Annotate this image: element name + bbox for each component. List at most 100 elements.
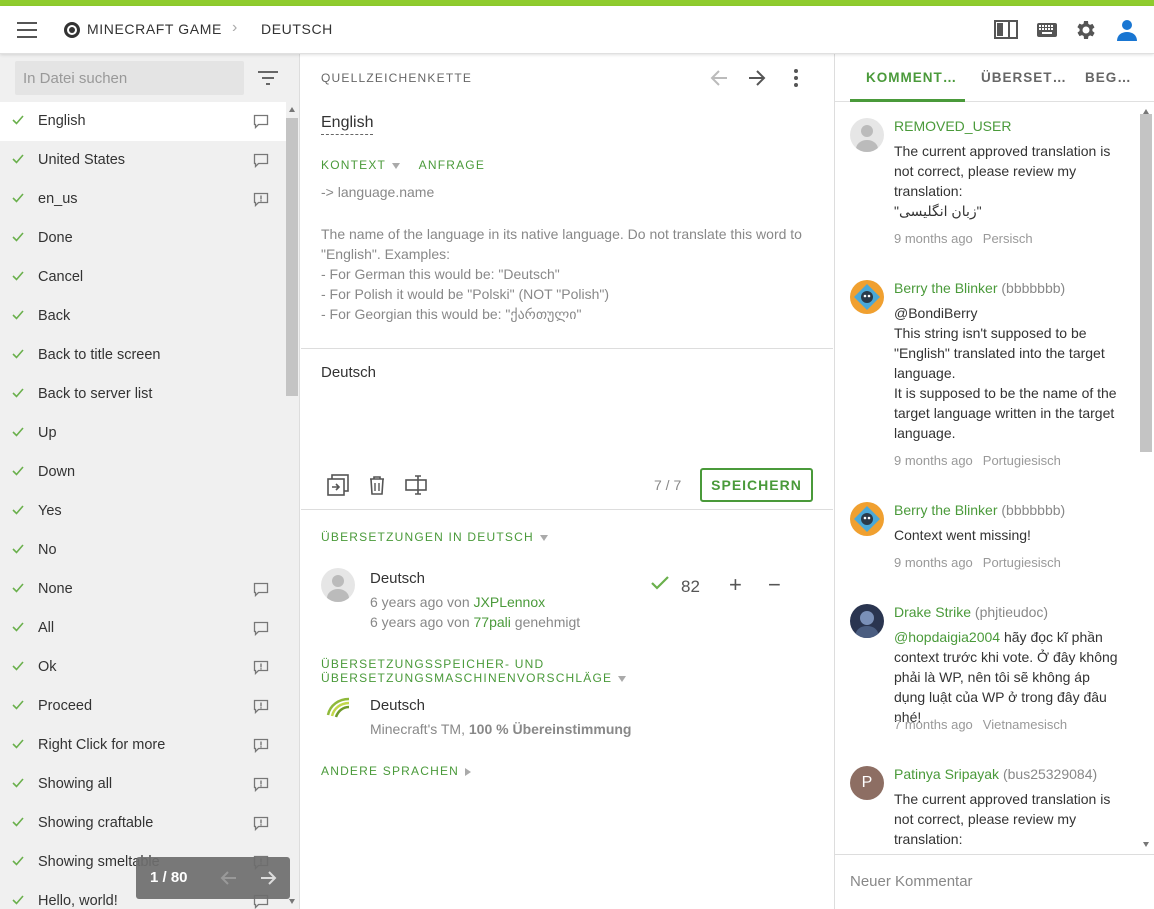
- string-list-item[interactable]: Done: [0, 219, 286, 258]
- panel-tabs: KOMMENT… ÜBERSET… BEG…: [835, 54, 1154, 102]
- string-list-item[interactable]: Showing craftable: [0, 804, 286, 843]
- string-description: The name of the language in its native l…: [321, 226, 802, 322]
- issue-comment-icon: [253, 699, 269, 714]
- avatar: P: [850, 766, 884, 800]
- string-label: Hello, world!: [38, 893, 118, 909]
- issue-comment-icon: [253, 660, 269, 675]
- more-options-icon[interactable]: [791, 68, 801, 88]
- string-label: All: [38, 620, 55, 636]
- string-list-item[interactable]: Cancel: [0, 258, 286, 297]
- divider: [301, 509, 833, 510]
- translation-textarea[interactable]: Deutsch: [321, 364, 376, 381]
- delete-trash-icon[interactable]: [366, 474, 388, 496]
- comment-author[interactable]: Patinya Sripayak (bus25329084): [894, 766, 1097, 782]
- issue-comment-icon: [253, 777, 269, 792]
- string-list-item[interactable]: Back: [0, 297, 286, 336]
- avatar: [850, 118, 884, 152]
- pager-next-arrow-icon[interactable]: [259, 869, 277, 887]
- next-string-arrow-icon[interactable]: [747, 68, 767, 88]
- suggestion-author-meta: 6 years ago von JXPLennox: [370, 594, 546, 610]
- caret-down-icon: [539, 534, 548, 541]
- check-icon: [12, 856, 24, 866]
- string-list-item[interactable]: Down: [0, 453, 286, 492]
- comments-panel: KOMMENT… ÜBERSET… BEG… REMOVED_USER The …: [834, 54, 1154, 909]
- mention-link[interactable]: @hopdaigia2004: [894, 629, 1000, 645]
- string-label: Up: [38, 425, 57, 441]
- file-search-input[interactable]: In Datei suchen: [15, 61, 244, 95]
- tab-comments[interactable]: KOMMENT…: [866, 70, 957, 85]
- caret-right-icon: [465, 767, 472, 776]
- sidebar-scroll-thumb[interactable]: [286, 118, 298, 396]
- downvote-minus-icon[interactable]: −: [768, 574, 781, 596]
- string-list-item[interactable]: No: [0, 531, 286, 570]
- string-list-item[interactable]: Back to server list: [0, 375, 286, 414]
- text-cursor-icon[interactable]: [405, 474, 427, 496]
- string-label: Right Click for more: [38, 737, 166, 753]
- string-list-item[interactable]: Yes: [0, 492, 286, 531]
- check-icon: [12, 388, 24, 398]
- copy-source-icon[interactable]: [327, 474, 349, 496]
- string-list-item[interactable]: Back to title screen: [0, 336, 286, 375]
- upvote-plus-icon[interactable]: +: [729, 574, 742, 596]
- comment-body: @BondiBerry This string isn't supposed t…: [894, 305, 1117, 441]
- check-icon: [12, 154, 24, 164]
- comment-author[interactable]: REMOVED_USER: [894, 118, 1011, 134]
- settings-gear-icon[interactable]: [1074, 18, 1098, 42]
- tab-request[interactable]: ANFRAGE: [419, 158, 485, 172]
- comment-body: The current approved translation is not …: [894, 791, 1111, 847]
- string-list-item[interactable]: en_us: [0, 180, 286, 219]
- pager-prev-arrow-icon[interactable]: [220, 869, 238, 887]
- string-label: English: [38, 113, 86, 129]
- string-label: Yes: [38, 503, 62, 519]
- string-list-item[interactable]: Ok: [0, 648, 286, 687]
- string-list-item[interactable]: English: [0, 102, 286, 141]
- string-list-item[interactable]: United States: [0, 141, 286, 180]
- comment-icon: [253, 582, 269, 597]
- layout-toggle-icon[interactable]: [994, 18, 1018, 42]
- string-key: -> language.name: [321, 184, 435, 200]
- keyboard-icon[interactable]: [1035, 18, 1059, 42]
- check-icon: [12, 193, 24, 203]
- comment-author[interactable]: Berry the Blinker (bbbbbbb): [894, 280, 1065, 296]
- tm-suggestion-text: Deutsch: [370, 697, 426, 714]
- character-count: 7 / 7: [654, 477, 682, 493]
- string-pager: 1 / 80: [136, 857, 290, 899]
- comments-scroll-thumb[interactable]: [1140, 114, 1152, 452]
- tm-section-title[interactable]: ÜBERSETZUNGSSPEICHER- UND ÜBERSETZUNGSMA…: [321, 657, 833, 685]
- string-label: Back: [38, 308, 71, 324]
- tab-context[interactable]: KONTEXT: [321, 158, 401, 172]
- issue-comment-icon: [253, 738, 269, 753]
- string-list-item[interactable]: Showing all: [0, 765, 286, 804]
- translations-section-title[interactable]: ÜBERSETZUNGEN IN DEUTSCH: [321, 530, 548, 544]
- active-tab-indicator: [850, 99, 965, 102]
- string-label: Back to title screen: [38, 347, 161, 363]
- context-tabs: KONTEXT ANFRAGE: [321, 158, 499, 172]
- approved-check-icon[interactable]: [651, 576, 669, 590]
- save-button[interactable]: SPEICHERN: [700, 468, 813, 502]
- breadcrumb-project[interactable]: MINECRAFT GAME: [87, 21, 222, 37]
- string-list-item[interactable]: Right Click for more: [0, 726, 286, 765]
- translation-editor: QUELLZEICHENKETTE English KONTEXT ANFRAG…: [301, 54, 833, 909]
- string-list: English United States en_us Done Cancel Back B…: [0, 102, 286, 909]
- string-label: Proceed: [38, 698, 93, 714]
- tab-glossary[interactable]: BEG…: [1085, 70, 1132, 85]
- check-icon: [12, 622, 24, 632]
- menu-icon[interactable]: [17, 22, 37, 38]
- comment-author[interactable]: Drake Strike (phjtieudoc): [894, 604, 1048, 620]
- string-list-item[interactable]: Proceed: [0, 687, 286, 726]
- user-account-icon[interactable]: [1115, 18, 1139, 42]
- author-link[interactable]: JXPLennox: [474, 594, 546, 610]
- new-comment-input[interactable]: Neuer Kommentar: [835, 854, 1154, 909]
- string-list-item[interactable]: None: [0, 570, 286, 609]
- string-list-item[interactable]: All: [0, 609, 286, 648]
- string-list-item[interactable]: Up: [0, 414, 286, 453]
- approver-link[interactable]: 77pali: [474, 614, 511, 630]
- breadcrumb-language[interactable]: DEUTSCH: [261, 21, 333, 37]
- previous-string-arrow-icon[interactable]: [709, 68, 729, 88]
- filter-icon[interactable]: [258, 70, 278, 86]
- other-languages-toggle[interactable]: ANDERE SPRACHEN: [321, 764, 472, 778]
- comment-author[interactable]: Berry the Blinker (bbbbbbb): [894, 502, 1065, 518]
- comment-body: The current approved translation is not …: [894, 143, 1111, 219]
- tab-translations[interactable]: ÜBERSET…: [981, 70, 1067, 85]
- avatar: [850, 502, 884, 536]
